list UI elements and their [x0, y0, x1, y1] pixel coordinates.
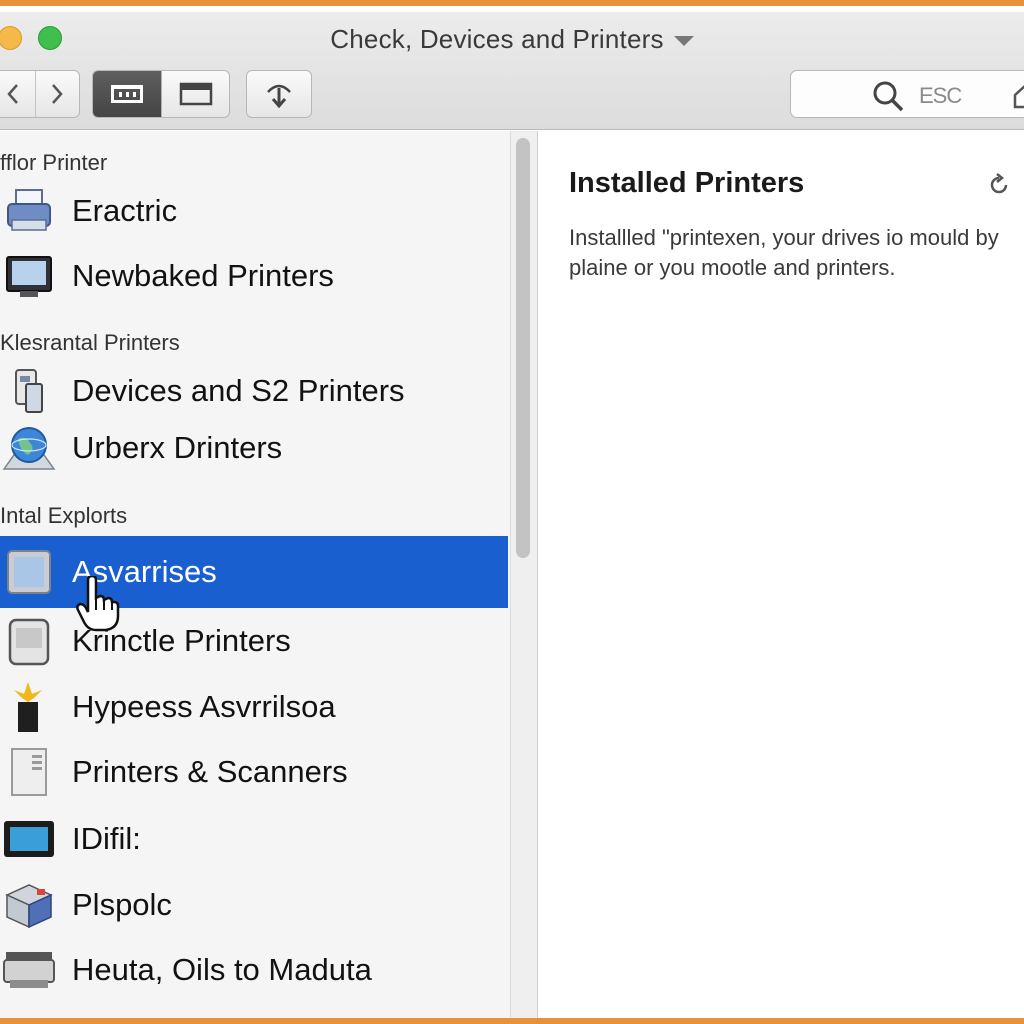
share-icon [267, 84, 291, 109]
window-view-button[interactable] [161, 71, 229, 117]
sidebar-item-label: Plspolc [72, 887, 172, 922]
window-title[interactable]: Check, Devices and Printers [0, 24, 1024, 55]
sidebar-item-printers-scanners[interactable]: Printers & Scanners [0, 739, 508, 805]
printer-icon [2, 184, 56, 238]
sidebar-item-label: Urberx Drinters [72, 430, 283, 465]
chevron-down-icon [673, 36, 694, 47]
search-icon [873, 81, 904, 112]
chevron-right-icon [52, 84, 64, 104]
sidebar-item-label: Eractric [72, 193, 178, 228]
search-text: ESC [919, 83, 962, 108]
device-icon [2, 614, 56, 668]
hand-pointer-icon [76, 576, 120, 632]
tablet-icon [2, 545, 56, 599]
sidebar-item-label: Printers & Scanners [72, 754, 348, 789]
page-title: Installed Printers [569, 167, 805, 199]
monitor-icon [2, 249, 56, 303]
sidebar-item-newbaked-printers[interactable]: Newbaked Printers [0, 243, 508, 309]
sidebar-item-label: Newbaked Printers [72, 258, 334, 293]
forward-button[interactable] [34, 71, 79, 117]
sidebar-item-label: Hypeess Asvrrilsoa [72, 689, 336, 724]
sidebar-item-label: IDifil: [72, 821, 141, 856]
sidebar-section-heading: Klesrantal Printers [0, 330, 180, 355]
view-toggle [92, 70, 230, 118]
window-view-icon [179, 82, 212, 106]
globe-icon [2, 421, 56, 475]
sidebar-item-heuta-oils-to-maduta[interactable]: Heuta, Oils to Maduta [0, 937, 508, 1003]
back-button[interactable] [0, 71, 35, 117]
grid-view-button[interactable] [93, 71, 161, 117]
sidebar-item-urberx-drinters[interactable]: Urberx Drinters [0, 415, 508, 481]
sidebar-item-hypeess-asvrrilsoa[interactable]: Hypeess Asvrrilsoa [0, 674, 508, 740]
search-field[interactable]: ESC [790, 70, 1024, 118]
sidebar-item-eractric[interactable]: Eractric [0, 178, 508, 244]
main-panel: Installed Printers Installled "printeхen… [539, 131, 1024, 1018]
share-button[interactable] [246, 70, 312, 118]
lamp-icon [2, 680, 56, 734]
display-icon [2, 812, 56, 866]
tower-icon [2, 745, 56, 799]
sidebar-section-heading: Intal Explorts [0, 503, 128, 528]
refresh-icon[interactable] [987, 173, 1011, 197]
box-icon [2, 878, 56, 932]
sidebar-item-idifil[interactable]: IDifil: [0, 806, 508, 872]
chevron-left-icon [7, 84, 18, 104]
sidebar-scrollbar[interactable] [516, 138, 530, 558]
window-title-text: Check, Devices and Printers [330, 24, 664, 54]
title-bar: Check, Devices and Printers ESC [0, 12, 1024, 130]
sidebar-item-label: Devices and S2 Printers [72, 373, 405, 408]
sidebar-item-plspolc[interactable]: Plspolc [0, 872, 508, 938]
scanner-icon [2, 943, 56, 997]
page-description: Installled "printeхen, your drives io mo… [569, 225, 999, 280]
home-icon [1013, 85, 1024, 109]
grid-view-icon [111, 85, 143, 103]
devices-icon [2, 364, 56, 418]
sidebar-section-heading: fflor Printer [0, 150, 108, 175]
window-frame: Check, Devices and Printers ESC fflor Pr… [0, 0, 1024, 1024]
sidebar-item-label: Heuta, Oils to Maduta [72, 952, 372, 987]
navigation-buttons [0, 70, 80, 118]
